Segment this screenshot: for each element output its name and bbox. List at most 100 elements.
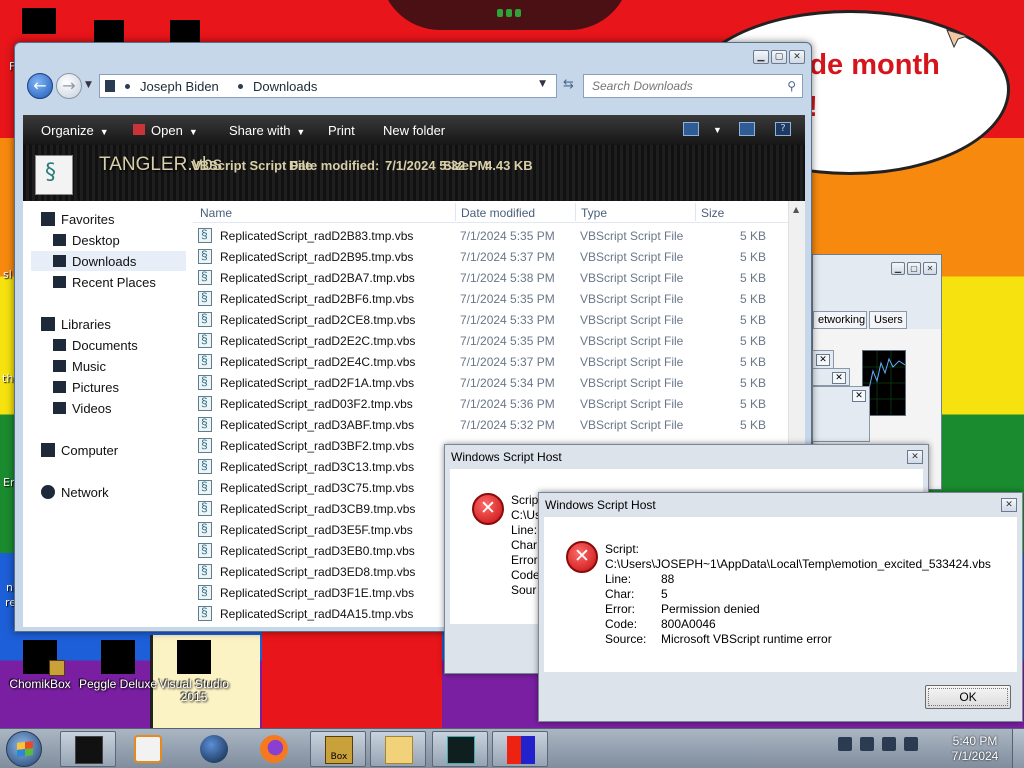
vbscript-file-icon (198, 416, 212, 432)
folder-icon (105, 80, 115, 92)
bubble-text-line2: e! (792, 86, 940, 128)
print-button[interactable]: Print (328, 123, 355, 138)
close-icon[interactable]: ✕ (907, 450, 923, 464)
taskbar-app-black-box[interactable] (60, 731, 116, 767)
table-row[interactable]: ReplicatedScript_radD3ABF.tmp.vbs 7/1/202… (193, 414, 788, 435)
search-icon[interactable]: ⚲ (787, 79, 796, 93)
breadcrumb-joseph-biden[interactable]: Joseph Biden (140, 79, 219, 94)
taskbar-app-chomikbox[interactable]: Box (310, 731, 366, 767)
search-box[interactable]: ⚲ (583, 74, 803, 98)
view-options-dropdown[interactable]: ▼ (707, 121, 722, 136)
start-button[interactable] (6, 731, 42, 767)
file-size: 5 KB (739, 250, 766, 264)
desktop-icon-visual-studio[interactable]: Visual Studio 2015 (154, 640, 234, 704)
table-row[interactable]: ReplicatedScript_radD2F1A.tmp.vbs 7/1/202… (193, 372, 788, 393)
label-code: Code (511, 568, 540, 582)
minimize-icon[interactable]: ▁ (753, 50, 769, 64)
taskbar-app-blocks[interactable] (492, 731, 548, 767)
maximize-icon[interactable]: ▢ (907, 262, 921, 275)
breadcrumb-downloads[interactable]: Downloads (253, 79, 317, 94)
nav-music[interactable]: Music (53, 356, 106, 376)
table-row[interactable]: ReplicatedScript_radD2BA7.tmp.vbs 7/1/202… (193, 267, 788, 288)
share-with-button[interactable]: Share with ▼ (229, 123, 305, 138)
close-icon[interactable]: ✕ (1001, 498, 1017, 512)
desktop-icon-peggle[interactable]: Peggle Deluxe (78, 640, 158, 691)
new-folder-button[interactable]: New folder (383, 123, 445, 138)
table-row[interactable]: ReplicatedScript_radD2B83.tmp.vbs 7/1/202… (193, 225, 788, 246)
tray-network-icon[interactable] (860, 737, 874, 751)
close-icon[interactable]: ✕ (832, 372, 846, 384)
table-row[interactable]: ReplicatedScript_radD2BF6.tmp.vbs 7/1/202… (193, 288, 788, 309)
desktop-top-icon-2[interactable] (94, 20, 124, 42)
chevron-down-icon: ▼ (99, 127, 109, 137)
organize-label: Organize (41, 123, 94, 138)
music-icon (53, 360, 66, 372)
close-icon[interactable]: ✕ (852, 390, 866, 402)
organize-button[interactable]: Organize ▼ (41, 123, 109, 138)
taskbar-app-firefox[interactable] (246, 731, 302, 767)
forward-arrow-icon[interactable]: → (56, 73, 82, 99)
minimize-icon[interactable]: ▁ (891, 262, 905, 275)
close-icon[interactable]: ✕ (816, 354, 830, 366)
desktop-top-icon-3[interactable] (170, 20, 200, 42)
history-dropdown-icon[interactable]: ▼ (85, 80, 92, 90)
nav-libraries[interactable]: Libraries (41, 314, 111, 334)
open-app-icon (133, 124, 145, 135)
nav-recent-places[interactable]: Recent Places (53, 272, 156, 292)
close-icon[interactable]: ✕ (789, 50, 805, 64)
small-window-2: ✕ (812, 368, 850, 386)
scroll-up-icon[interactable]: ▲ (793, 205, 799, 214)
column-separator[interactable] (455, 203, 456, 221)
script-host-dialog-front: Windows Script Host ✕ ✕ Script: C:\Users… (538, 492, 1023, 722)
label-source: Sour (511, 583, 537, 597)
desktop-top-icon-1[interactable] (22, 8, 56, 34)
clock[interactable]: 5:40 PM 7/1/2024 (940, 734, 1010, 764)
column-date-modified[interactable]: Date modified (461, 206, 535, 220)
close-icon[interactable]: ✕ (923, 262, 937, 275)
taskbar-app-media-player[interactable] (120, 731, 176, 767)
desktop-icon-chomikbox[interactable]: ChomikBox (0, 640, 80, 691)
taskbar-app-globe[interactable] (186, 731, 242, 767)
tab-networking[interactable]: etworking (813, 311, 867, 329)
table-row[interactable]: ReplicatedScript_radD2B95.tmp.vbs 7/1/202… (193, 246, 788, 267)
table-row[interactable]: ReplicatedScript_radD03F2.tmp.vbs 7/1/202… (193, 393, 788, 414)
column-separator[interactable] (575, 203, 576, 221)
help-icon[interactable]: ? (775, 122, 791, 136)
tray-action-center-icon[interactable] (882, 737, 896, 751)
table-row[interactable]: ReplicatedScript_radD2E2C.tmp.vbs 7/1/202… (193, 330, 788, 351)
back-arrow-icon[interactable]: ← (27, 73, 53, 99)
change-view-icon[interactable] (683, 122, 699, 136)
nav-favorites[interactable]: Favorites (41, 209, 114, 229)
column-type[interactable]: Type (581, 206, 607, 220)
taskbar-app-explorer[interactable] (370, 731, 426, 767)
file-date: 7/1/2024 5:35 PM (460, 229, 555, 243)
column-size[interactable]: Size (701, 206, 724, 220)
nav-network[interactable]: Network (41, 482, 109, 502)
tray-volume-icon[interactable] (904, 737, 918, 751)
preview-pane-icon[interactable] (739, 122, 755, 136)
nav-downloads[interactable]: Downloads (31, 251, 186, 271)
search-input[interactable] (592, 76, 782, 96)
vbscript-file-icon (198, 248, 212, 264)
nav-videos[interactable]: Videos (53, 398, 112, 418)
column-separator[interactable] (695, 203, 696, 221)
nav-computer[interactable]: Computer (41, 440, 118, 460)
open-button[interactable]: Open ▼ (133, 123, 198, 138)
chevron-down-icon: ▼ (296, 127, 306, 137)
column-name[interactable]: Name (200, 206, 232, 220)
chevron-down-icon[interactable]: ▼ (539, 79, 546, 89)
taskbar-app-task-manager[interactable] (432, 731, 488, 767)
show-desktop-button[interactable] (1012, 729, 1024, 768)
address-bar[interactable]: Joseph Biden Downloads ▼ (99, 74, 557, 98)
tab-users[interactable]: Users (869, 311, 907, 329)
folder-icon (385, 736, 413, 764)
nav-pictures[interactable]: Pictures (53, 377, 119, 397)
nav-documents[interactable]: Documents (53, 335, 138, 355)
nav-desktop[interactable]: Desktop (53, 230, 120, 250)
tray-arrow-icon[interactable] (838, 737, 852, 751)
maximize-icon[interactable]: ▢ (771, 50, 787, 64)
ok-button[interactable]: OK (925, 685, 1011, 709)
table-row[interactable]: ReplicatedScript_radD2E4C.tmp.vbs 7/1/202… (193, 351, 788, 372)
refresh-icon[interactable]: ⇆ (563, 77, 574, 92)
table-row[interactable]: ReplicatedScript_radD2CE8.tmp.vbs 7/1/202… (193, 309, 788, 330)
